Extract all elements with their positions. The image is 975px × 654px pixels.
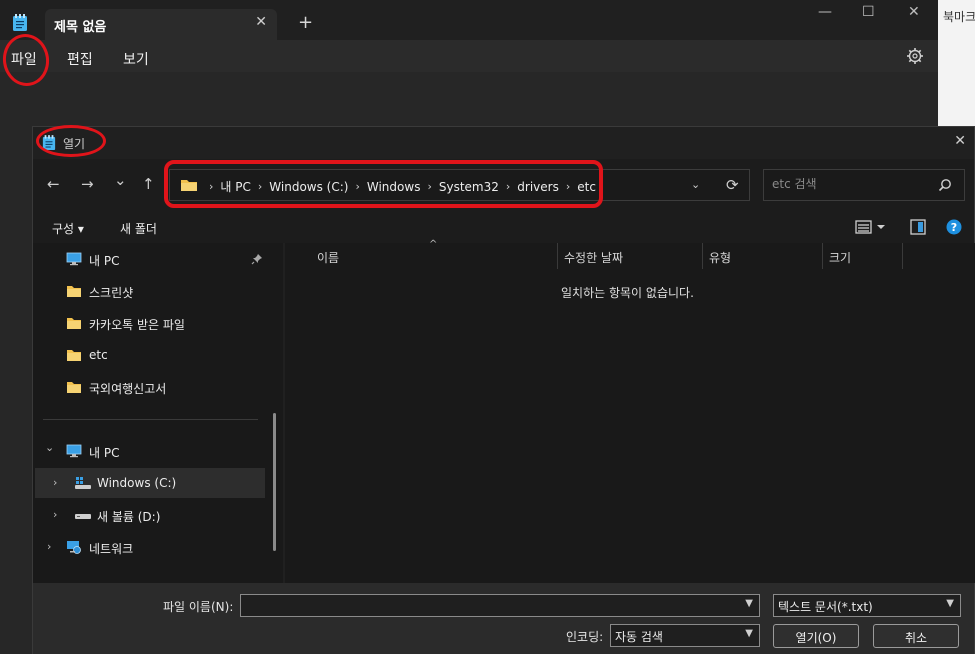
annotation-circle-dialog-title [36, 125, 106, 157]
quick-access-label: etc [89, 348, 108, 362]
folder-icon [67, 382, 81, 393]
close-window-button[interactable]: ✕ [908, 4, 920, 20]
view-options-icon[interactable] [855, 219, 885, 235]
column-header-name[interactable]: 이름 [317, 249, 339, 266]
column-divider[interactable] [822, 243, 823, 269]
notepad-tab[interactable]: 제목 없음 ✕ [45, 9, 277, 40]
nav-pane-scrollbar[interactable] [273, 413, 276, 551]
search-icon[interactable] [938, 178, 952, 192]
dialog-titlebar: 열기 ✕ [33, 127, 974, 159]
folder-icon [67, 286, 81, 297]
background-window-text: 북마크 [943, 10, 975, 24]
maximize-button[interactable]: ☐ [862, 4, 875, 20]
quick-access-label: 카카오톡 받은 파일 [89, 318, 185, 332]
filename-label: 파일 이름(N): [163, 600, 234, 614]
svg-text:?: ? [951, 221, 957, 234]
nav-divider [43, 419, 258, 420]
menu-view[interactable]: 보기 [123, 49, 149, 69]
quick-access-item[interactable]: 스크린샷 [33, 276, 265, 306]
tab-title: 제목 없음 [54, 20, 107, 35]
column-header-date[interactable]: 수정한 날짜 [564, 249, 623, 266]
background-window-strip: 북마크 [938, 0, 975, 130]
quick-access-item[interactable]: etc [33, 340, 265, 370]
tree-item-network[interactable]: › 네트워크 [33, 532, 265, 562]
monitor-icon [66, 444, 82, 458]
quick-access-label: 국외여행신고서 [89, 382, 167, 396]
chevron-right-icon[interactable]: › [53, 476, 57, 489]
empty-state-message: 일치하는 항목이 없습니다. [561, 286, 694, 300]
up-button[interactable]: ↑ [142, 175, 155, 193]
quick-access-label: 스크린샷 [89, 286, 134, 300]
chevron-down-icon[interactable]: ▼ [946, 598, 954, 609]
chevron-right-icon[interactable]: › [53, 508, 57, 521]
minimize-button[interactable]: — [818, 4, 832, 20]
navigation-pane: 내 PC 스크린샷 카카오톡 받은 파일 etc 국외여행신고서 ⌄ 내 PC … [33, 243, 283, 583]
menu-edit[interactable]: 편집 [67, 49, 93, 69]
column-header-type[interactable]: 유형 [709, 249, 731, 266]
chevron-right-icon[interactable]: › [47, 540, 51, 553]
open-file-dialog: 열기 ✕ ← → ⌄ ↑ › 내 PC › Windows (C:) › Win… [32, 125, 975, 654]
tree-item-volume-d[interactable]: › 새 볼륨 (D:) [33, 500, 265, 530]
search-box[interactable] [763, 169, 965, 201]
annotation-box-address-bar [164, 160, 603, 208]
notepad-app-icon [13, 14, 27, 31]
help-icon[interactable]: ? [946, 219, 962, 235]
dialog-close-button[interactable]: ✕ [954, 133, 966, 149]
gear-icon[interactable] [906, 47, 924, 65]
file-list-pane: ^ 이름 수정한 날짜 유형 크기 일치하는 항목이 없습니다. [285, 239, 975, 583]
windows-drive-icon [75, 477, 91, 489]
tree-item-windows-c[interactable]: › Windows (C:) [35, 468, 265, 498]
column-divider[interactable] [702, 243, 703, 269]
command-bar: 구성 ▾ 새 폴더 ? [33, 211, 974, 243]
recent-locations-button[interactable]: ⌄ [114, 171, 127, 189]
tree-item-label: 네트워크 [89, 542, 134, 556]
column-divider[interactable] [557, 243, 558, 269]
encoding-select[interactable]: 자동 검색 ▼ [610, 624, 760, 647]
encoding-label: 인코딩: [566, 630, 604, 644]
new-tab-button[interactable]: + [298, 12, 313, 33]
filename-input[interactable]: ▼ [240, 594, 760, 617]
search-input[interactable] [772, 177, 932, 191]
preview-pane-icon[interactable] [910, 219, 926, 235]
column-header-size[interactable]: 크기 [829, 249, 851, 266]
network-icon [67, 541, 81, 554]
quick-access-item[interactable]: 카카오톡 받은 파일 [33, 308, 265, 338]
sort-indicator: ^ [429, 239, 438, 250]
address-dropdown-button[interactable]: ⌄ [691, 178, 700, 191]
pin-icon [251, 254, 262, 265]
notepad-menubar: 파일 편집 보기 [0, 40, 938, 72]
folder-icon [67, 318, 81, 329]
quick-access-label: 내 PC [89, 254, 120, 268]
quick-access-item[interactable]: 국외여행신고서 [33, 372, 265, 402]
chevron-down-icon[interactable]: ▼ [745, 598, 753, 609]
quick-access-item[interactable]: 내 PC [33, 244, 265, 274]
filetype-select[interactable]: 텍스트 문서(*.txt) ▼ [773, 594, 961, 617]
organize-button[interactable]: 구성 ▾ [52, 220, 84, 237]
tree-item-label: Windows (C:) [97, 476, 177, 490]
monitor-icon [66, 252, 82, 266]
filetype-value: 텍스트 문서(*.txt) [778, 600, 873, 614]
tree-item-label: 내 PC [89, 446, 120, 460]
encoding-value: 자동 검색 [615, 630, 663, 644]
drive-icon [75, 514, 91, 519]
new-folder-button[interactable]: 새 폴더 [120, 220, 157, 237]
refresh-button[interactable]: ⟳ [726, 176, 739, 194]
column-divider[interactable] [902, 243, 903, 269]
open-button[interactable]: 열기(O) [773, 624, 859, 648]
back-button[interactable]: ← [47, 175, 60, 193]
chevron-down-icon[interactable]: ▼ [745, 628, 753, 639]
dialog-footer: 파일 이름(N): ▼ 텍스트 문서(*.txt) ▼ 인코딩: 자동 검색 ▼… [33, 583, 974, 654]
tree-item-this-pc[interactable]: ⌄ 내 PC [33, 436, 265, 466]
cancel-button[interactable]: 취소 [873, 624, 959, 648]
close-tab-icon[interactable]: ✕ [255, 14, 267, 30]
forward-button[interactable]: → [81, 175, 94, 193]
folder-icon [67, 350, 81, 361]
chevron-down-icon[interactable]: ⌄ [45, 441, 54, 454]
tree-item-label: 새 볼륨 (D:) [97, 510, 161, 524]
notepad-titlebar: 제목 없음 ✕ + — ☐ ✕ [0, 0, 938, 40]
